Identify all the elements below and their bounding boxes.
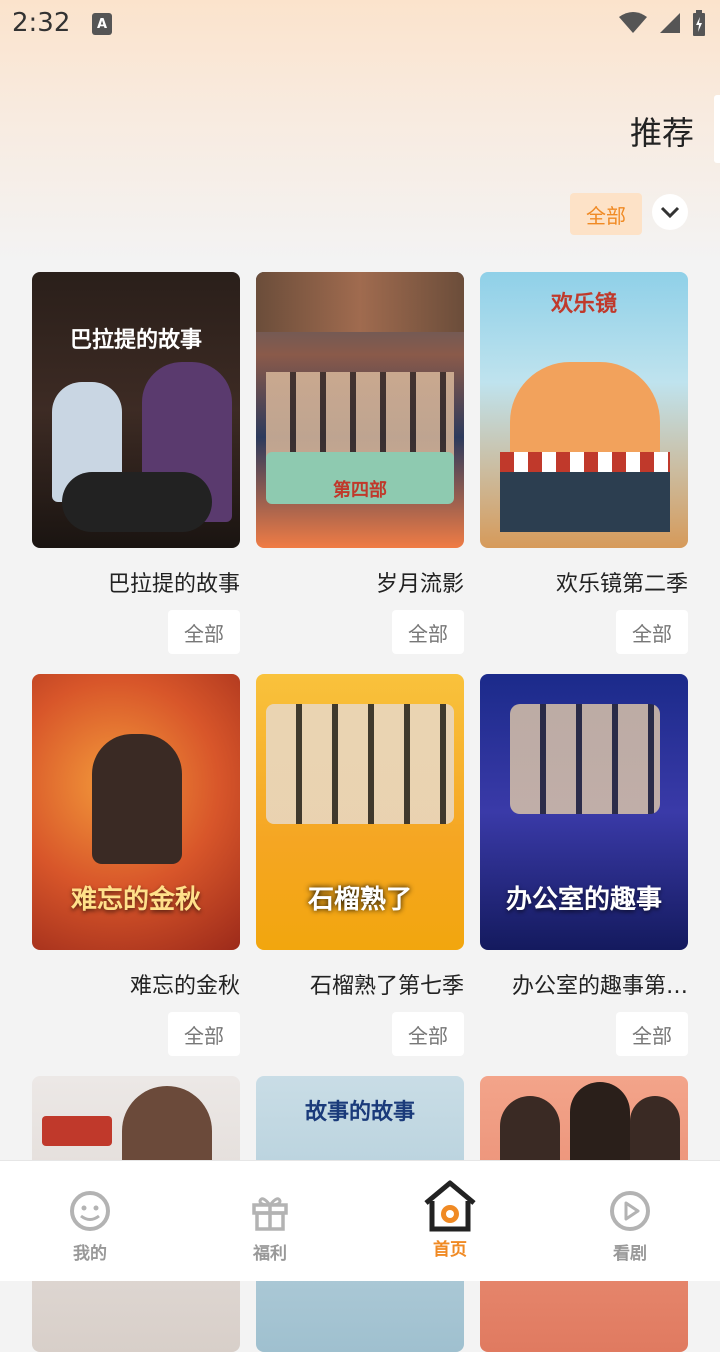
show-poster[interactable]: 难忘的金秋 bbox=[32, 674, 240, 950]
wifi-icon bbox=[619, 12, 647, 33]
clock: 2:32 bbox=[12, 8, 71, 38]
show-title: 办公室的趣事第… bbox=[511, 974, 688, 999]
nav-item-home[interactable]: 首页 bbox=[360, 1161, 540, 1281]
battery-icon bbox=[693, 10, 705, 36]
poster-caption: 难忘的金秋 bbox=[70, 885, 201, 915]
show-card[interactable]: 第四部 岁月流影 全部 bbox=[256, 272, 464, 654]
gift-icon bbox=[252, 1197, 288, 1231]
a-icon: A bbox=[92, 13, 112, 35]
show-title: 巴拉提的故事 bbox=[107, 572, 240, 597]
page-title: 推荐 bbox=[629, 114, 694, 152]
show-poster[interactable]: 巴拉提的故事 bbox=[32, 272, 240, 548]
show-all-button[interactable]: 全部 bbox=[392, 1012, 464, 1056]
poster-caption: 故事的故事 bbox=[304, 1100, 415, 1125]
expand-filter-button[interactable] bbox=[652, 194, 688, 230]
poster-caption: 第四部 bbox=[333, 480, 387, 501]
nav-label: 首页 bbox=[433, 1240, 467, 1260]
show-poster[interactable]: 欢乐镜 bbox=[480, 272, 688, 548]
system-icons bbox=[618, 10, 706, 36]
smiley-icon bbox=[70, 1191, 110, 1231]
home-icon bbox=[424, 1180, 476, 1232]
play-icon bbox=[610, 1191, 650, 1231]
nav-item-mine[interactable]: 我的 bbox=[0, 1161, 180, 1281]
show-card[interactable]: 办公室的趣事 办公室的趣事第… 全部 bbox=[480, 674, 688, 1056]
show-title: 难忘的金秋 bbox=[129, 974, 240, 999]
status-bar: 2:32 A bbox=[0, 0, 720, 50]
nav-item-watch[interactable]: 看剧 bbox=[540, 1161, 720, 1281]
show-card[interactable]: 石榴熟了 石榴熟了第七季 全部 bbox=[256, 674, 464, 1056]
show-card[interactable]: 难忘的金秋 难忘的金秋 全部 bbox=[32, 674, 240, 1056]
show-all-button[interactable]: 全部 bbox=[616, 610, 688, 654]
show-poster[interactable]: 办公室的趣事 bbox=[480, 674, 688, 950]
filter-all-chip[interactable]: 全部 bbox=[570, 193, 642, 235]
signal-icon bbox=[660, 13, 680, 33]
show-card[interactable]: 欢乐镜 欢乐镜第二季 全部 bbox=[480, 272, 688, 654]
show-all-button[interactable]: 全部 bbox=[168, 1012, 240, 1056]
show-title: 岁月流影 bbox=[375, 572, 464, 597]
poster-caption: 石榴熟了 bbox=[307, 885, 412, 915]
chevron-down-icon bbox=[660, 206, 680, 219]
poster-caption: 欢乐镜 bbox=[550, 292, 617, 317]
nav-label: 福利 bbox=[253, 1244, 287, 1264]
nav-item-welfare[interactable]: 福利 bbox=[180, 1161, 360, 1281]
poster-caption: 办公室的趣事 bbox=[505, 885, 662, 915]
show-title: 欢乐镜第二季 bbox=[555, 572, 688, 597]
show-title: 石榴熟了第七季 bbox=[309, 974, 464, 999]
show-card[interactable]: 巴拉提的故事 巴拉提的故事 全部 bbox=[32, 272, 240, 654]
bottom-navigation: 我的 福利 首页 看剧 bbox=[0, 1160, 720, 1281]
show-all-button[interactable]: 全部 bbox=[168, 610, 240, 654]
poster-caption: 巴拉提的故事 bbox=[69, 328, 202, 353]
show-all-button[interactable]: 全部 bbox=[392, 610, 464, 654]
nav-label: 我的 bbox=[73, 1244, 107, 1264]
show-poster[interactable]: 石榴熟了 bbox=[256, 674, 464, 950]
show-poster[interactable]: 第四部 bbox=[256, 272, 464, 548]
nav-label: 看剧 bbox=[613, 1244, 647, 1264]
side-handle[interactable] bbox=[714, 95, 720, 163]
show-all-button[interactable]: 全部 bbox=[616, 1012, 688, 1056]
